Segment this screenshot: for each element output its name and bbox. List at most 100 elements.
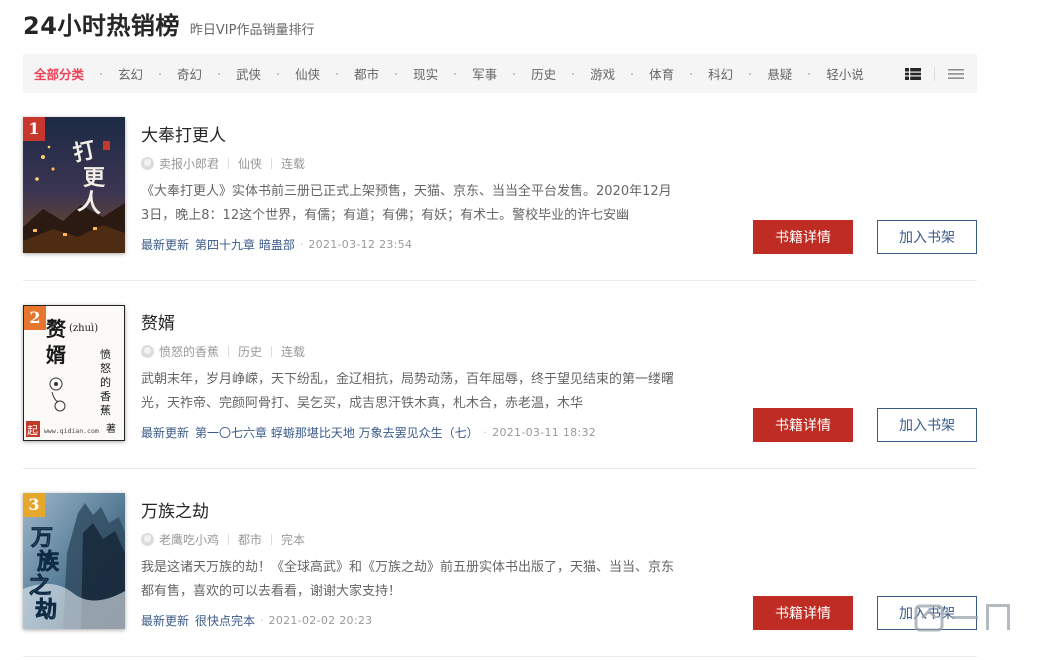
book-cover[interactable]: 赘 (zhuì) 婿 愤 怒 的 香 蕉 著 起 www.qidian.com <box>23 305 125 441</box>
category-xianxia[interactable]: 仙侠 <box>295 64 320 83</box>
divider <box>336 72 339 75</box>
category-qihuan[interactable]: 奇幻 <box>177 64 202 83</box>
genre-link[interactable]: 历史 <box>238 343 262 360</box>
cover-logo: 起 <box>27 424 38 437</box>
divider <box>159 72 162 75</box>
dot-separator: · <box>260 614 264 627</box>
svg-text:族: 族 <box>37 549 60 575</box>
book-detail-button[interactable]: 书籍详情 <box>753 220 853 254</box>
update-chapter-link[interactable]: 很快点完本 <box>195 612 255 629</box>
svg-text:劫: 劫 <box>35 597 57 623</box>
list-view-icon[interactable] <box>947 67 965 81</box>
category-tiyu[interactable]: 体育 <box>649 64 674 83</box>
book-title[interactable]: 大奉打更人 <box>141 121 226 146</box>
page-title: 24小时热销榜 <box>23 12 180 40</box>
category-kehuan[interactable]: 科幻 <box>708 64 733 83</box>
divider <box>271 346 273 357</box>
svg-text:的: 的 <box>100 375 111 389</box>
divider <box>749 72 752 75</box>
svg-text:人: 人 <box>76 186 104 218</box>
book-description: 《大奉打更人》实体书前三册已正式上架预售，天猫、京东、当当全平台发售。2020年… <box>141 184 672 223</box>
page: 24小时热销榜 昨日VIP作品销量排行 全部分类 玄幻 奇幻 武侠 仙侠 都市 … <box>0 0 1042 660</box>
book-list: 打 更 人 1 大奉打更人 卖报小郎君 仙侠 连载 《大奉打更人》实体书前三册已… <box>23 93 977 657</box>
category-lishi[interactable]: 历史 <box>531 64 556 83</box>
book-row: 打 更 人 1 大奉打更人 卖报小郎君 仙侠 连载 《大奉打更人》实体书前三册已… <box>23 93 977 281</box>
category-dushi[interactable]: 都市 <box>354 64 379 83</box>
divider <box>513 72 516 75</box>
cover-pinyin: (zhuì) <box>69 323 98 334</box>
page-header: 24小时热销榜 昨日VIP作品销量排行 <box>23 6 314 41</box>
divider <box>271 534 273 545</box>
divider <box>572 72 575 75</box>
update-chapter-link[interactable]: 第一〇七六章 蜉蝣那堪比天地 万象去罢见众生（七） <box>195 424 479 441</box>
divider <box>228 158 230 169</box>
category-xianshi[interactable]: 现实 <box>413 64 438 83</box>
add-to-shelf-button[interactable]: 加入书架 <box>877 408 977 442</box>
book-row: 万 族 之 劫 3 万族之劫 老鹰吃小鸡 都市 完本 我是这诸天万族的劫！《全球… <box>23 469 977 657</box>
grid-view-icon[interactable] <box>904 67 922 81</box>
category-xuanyi[interactable]: 悬疑 <box>767 64 792 83</box>
svg-text:蕉: 蕉 <box>100 404 111 417</box>
author-link[interactable]: 卖报小郎君 <box>159 155 219 172</box>
genre-link[interactable]: 仙侠 <box>238 155 262 172</box>
rank-badge: 1 <box>23 117 45 141</box>
svg-text:之: 之 <box>29 573 51 599</box>
category-youxi[interactable]: 游戏 <box>590 64 615 83</box>
book-cover[interactable]: 万 族 之 劫 3 <box>23 493 125 629</box>
author-link[interactable]: 老鹰吃小鸡 <box>159 531 219 548</box>
update-label[interactable]: 最新更新 <box>141 236 189 253</box>
book-meta: 老鹰吃小鸡 都市 完本 <box>141 531 681 548</box>
divider <box>100 72 103 75</box>
divider <box>395 72 398 75</box>
book-status: 连载 <box>281 157 306 171</box>
book-title[interactable]: 赘婿 <box>141 309 175 334</box>
page-subtitle: 昨日VIP作品销量排行 <box>189 23 315 38</box>
dot-separator: · <box>483 426 488 439</box>
category-xuanhuan[interactable]: 玄幻 <box>118 64 143 83</box>
dot-separator: · <box>299 238 304 251</box>
divider <box>218 72 221 75</box>
update-time: 2021-03-11 18:32 <box>492 426 597 439</box>
book-detail-button[interactable]: 书籍详情 <box>753 596 853 630</box>
book-update: 最新更新 第一〇七六章 蜉蝣那堪比天地 万象去罢见众生（七） · 2021-03… <box>141 424 681 441</box>
add-to-shelf-button[interactable]: 加入书架 <box>877 220 977 254</box>
book-status: 连载 <box>281 345 306 359</box>
divider <box>454 72 457 75</box>
book-update: 最新更新 第四十九章 暗蛊部 · 2021-03-12 23:54 <box>141 236 681 253</box>
book-description: 我是这诸天万族的劫！《全球高武》和《万族之劫》前五册实体书出版了，天猫、当当、京… <box>141 560 675 599</box>
update-time: 2021-02-02 20:23 <box>268 614 373 627</box>
svg-text:愤: 愤 <box>100 348 111 361</box>
category-qingxiaoshuo[interactable]: 轻小说 <box>826 64 864 83</box>
book-title[interactable]: 万族之劫 <box>141 497 209 522</box>
update-time: 2021-03-12 23:54 <box>308 238 413 251</box>
category-wuxia[interactable]: 武侠 <box>236 64 261 83</box>
add-to-shelf-button[interactable]: 加入书架 <box>877 596 977 630</box>
svg-text:赘: 赘 <box>45 317 67 341</box>
category-junshi[interactable]: 军事 <box>472 64 497 83</box>
book-update: 最新更新 很快点完本 · 2021-02-02 20:23 <box>141 612 681 629</box>
divider <box>277 72 280 75</box>
update-label[interactable]: 最新更新 <box>141 424 189 441</box>
author-link[interactable]: 愤怒的香蕉 <box>159 343 219 360</box>
author-avatar-icon <box>141 345 154 358</box>
category-all[interactable]: 全部分类 <box>34 64 84 83</box>
author-avatar-icon <box>141 157 154 170</box>
update-label[interactable]: 最新更新 <box>141 612 189 629</box>
rank-badge: 2 <box>24 306 46 330</box>
divider <box>690 72 693 75</box>
divider <box>808 72 811 75</box>
author-avatar-icon <box>141 533 154 546</box>
svg-text:香: 香 <box>100 390 111 403</box>
svg-text:婿: 婿 <box>46 343 66 367</box>
book-status: 完本 <box>281 533 306 547</box>
book-info: 大奉打更人 卖报小郎君 仙侠 连载 《大奉打更人》实体书前三册已正式上架预售，天… <box>141 121 681 253</box>
cover-footer: www.qidian.com <box>44 427 99 435</box>
book-detail-button[interactable]: 书籍详情 <box>753 408 853 442</box>
rank-badge: 3 <box>23 493 45 517</box>
book-cover[interactable]: 打 更 人 1 <box>23 117 125 253</box>
svg-text:怒: 怒 <box>100 361 111 375</box>
update-chapter-link[interactable]: 第四十九章 暗蛊部 <box>195 236 295 253</box>
divider <box>934 66 935 81</box>
book-description: 武朝末年，岁月峥嵘，天下纷乱，金辽相抗，局势动荡，百年屈辱，终于望见结束的第一缕… <box>141 372 675 411</box>
genre-link[interactable]: 都市 <box>238 531 262 548</box>
